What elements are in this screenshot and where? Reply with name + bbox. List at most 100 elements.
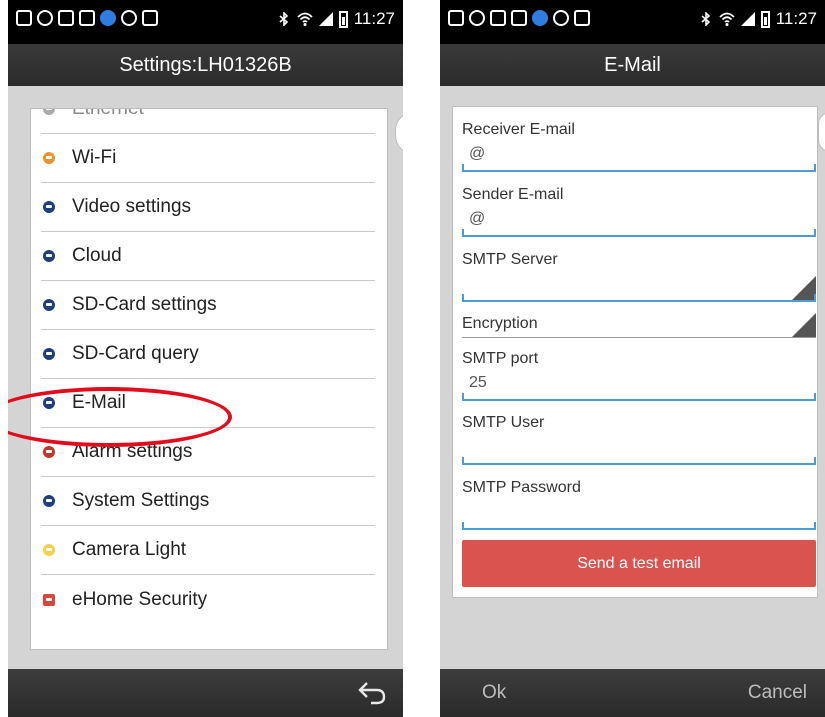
list-item-label: E-Mail bbox=[72, 392, 126, 413]
bottom-bar: Ok Cancel bbox=[440, 669, 825, 717]
receiver-email-input[interactable]: @ bbox=[469, 145, 816, 163]
email-screen: 11:27 E-Mail Receiver E-mail @ Sender E-… bbox=[440, 0, 825, 717]
side-panel-tab[interactable]: ‹ bbox=[395, 112, 403, 154]
email-form: Receiver E-mail @ Sender E-mail @ SMTP S… bbox=[452, 106, 818, 598]
bluetooth-icon bbox=[701, 12, 710, 26]
battery-icon bbox=[338, 10, 348, 28]
info-icon bbox=[43, 495, 55, 507]
smtp-password-field[interactable]: SMTP Password bbox=[462, 479, 816, 530]
cancel-button[interactable]: Cancel bbox=[748, 669, 807, 717]
input-underline bbox=[462, 457, 816, 465]
list-item-email[interactable]: E-Mail bbox=[41, 379, 375, 428]
notification-icon bbox=[121, 10, 137, 26]
dropdown-triangle-icon[interactable] bbox=[792, 276, 816, 300]
status-bar: 11:27 bbox=[8, 0, 403, 44]
notification-icon bbox=[448, 10, 464, 26]
notification-icon bbox=[553, 10, 569, 26]
list-item-label: SD-Card settings bbox=[72, 294, 217, 315]
settings-screen: 11:27 Settings:LH01326B Ethernet Wi-Fi V… bbox=[8, 0, 403, 717]
smtp-user-input[interactable] bbox=[469, 438, 816, 456]
list-item-video-settings[interactable]: Video settings bbox=[41, 183, 375, 232]
notification-icon bbox=[37, 10, 53, 26]
page-title: Settings:LH01326B bbox=[8, 44, 403, 86]
list-item-label: Ethernet bbox=[72, 108, 144, 119]
list-item-label: SD-Card query bbox=[72, 343, 199, 364]
list-item-ethernet[interactable]: Ethernet bbox=[41, 108, 375, 134]
notification-icon bbox=[100, 10, 116, 26]
field-label: SMTP User bbox=[462, 414, 545, 431]
input-underline bbox=[462, 229, 816, 237]
list-item-camera-light[interactable]: Camera Light bbox=[41, 526, 375, 575]
input-underline bbox=[462, 164, 816, 172]
send-test-email-button[interactable]: Send a test email bbox=[462, 540, 816, 587]
signal-icon bbox=[740, 12, 755, 26]
chevron-left-icon: ‹ bbox=[403, 123, 404, 143]
list-item-alarm-settings[interactable]: Alarm settings bbox=[41, 428, 375, 477]
ethernet-icon bbox=[43, 109, 55, 115]
status-clock: 11:27 bbox=[775, 9, 817, 28]
list-item-sd-card-query[interactable]: SD-Card query bbox=[41, 330, 375, 379]
ok-button[interactable]: Ok bbox=[482, 669, 506, 717]
list-item-system-settings[interactable]: System Settings bbox=[41, 477, 375, 526]
system-icons: 11:27 bbox=[277, 9, 395, 29]
system-icons: 11:27 bbox=[699, 9, 817, 29]
notification-icon bbox=[142, 10, 158, 26]
battery-icon bbox=[760, 10, 770, 28]
notification-icon bbox=[574, 10, 590, 26]
notification-icon bbox=[532, 10, 548, 26]
list-item-label: Camera Light bbox=[72, 539, 187, 560]
field-label: Sender E-mail bbox=[462, 186, 564, 203]
video-icon bbox=[43, 201, 55, 213]
field-label: Encryption bbox=[462, 315, 538, 332]
side-panel-tab[interactable] bbox=[818, 112, 825, 152]
smtp-port-field[interactable]: SMTP port 25 bbox=[462, 350, 816, 401]
bluetooth-icon bbox=[279, 12, 288, 26]
list-item-cloud[interactable]: Cloud bbox=[41, 232, 375, 281]
field-label: Receiver E-mail bbox=[462, 121, 575, 138]
shield-icon bbox=[43, 593, 55, 606]
page-title: E-Mail bbox=[440, 44, 825, 86]
status-clock: 11:27 bbox=[353, 9, 395, 28]
list-item-sd-card-settings[interactable]: SD-Card settings bbox=[41, 281, 375, 330]
notification-icon bbox=[469, 10, 485, 26]
sd-card-icon bbox=[43, 299, 55, 311]
notification-icon bbox=[490, 10, 506, 26]
list-item-label: Video settings bbox=[72, 196, 192, 217]
notification-icons bbox=[16, 10, 158, 26]
back-arrow-icon[interactable] bbox=[357, 679, 389, 707]
settings-list: Ethernet Wi-Fi Video settings Cloud SD-C… bbox=[30, 108, 388, 650]
bottom-bar bbox=[8, 669, 403, 717]
email-icon bbox=[43, 397, 55, 409]
wifi-icon bbox=[719, 12, 735, 26]
status-bar: 11:27 bbox=[440, 0, 825, 44]
smtp-server-field[interactable]: SMTP Server bbox=[462, 251, 816, 302]
sender-email-input[interactable]: @ bbox=[469, 210, 816, 228]
smtp-user-field[interactable]: SMTP User bbox=[462, 414, 816, 465]
input-underline bbox=[462, 294, 816, 302]
field-label: SMTP Server bbox=[462, 251, 558, 268]
list-item-wifi[interactable]: Wi-Fi bbox=[41, 134, 375, 183]
select-underline bbox=[462, 337, 816, 338]
input-underline bbox=[462, 393, 816, 401]
smtp-port-input[interactable]: 25 bbox=[469, 374, 816, 392]
wifi-icon bbox=[43, 152, 55, 164]
dropdown-triangle-icon[interactable] bbox=[792, 313, 816, 337]
cloud-icon bbox=[43, 250, 55, 262]
list-item-ehome-security[interactable]: eHome Security bbox=[41, 575, 375, 624]
notification-icon bbox=[511, 10, 527, 26]
field-label: SMTP port bbox=[462, 350, 539, 367]
input-underline bbox=[462, 522, 816, 530]
smtp-server-input[interactable] bbox=[469, 275, 816, 293]
list-item-label: Cloud bbox=[72, 245, 122, 266]
notification-icon bbox=[58, 10, 74, 26]
sender-email-field[interactable]: Sender E-mail @ bbox=[462, 186, 816, 237]
search-icon bbox=[43, 348, 55, 360]
notification-icons bbox=[448, 10, 590, 26]
encryption-select[interactable]: Encryption bbox=[462, 313, 816, 338]
alarm-icon bbox=[43, 446, 55, 458]
receiver-email-field[interactable]: Receiver E-mail @ bbox=[462, 121, 816, 172]
list-item-label: eHome Security bbox=[72, 588, 208, 610]
list-item-label: Wi-Fi bbox=[72, 147, 117, 168]
smtp-password-input[interactable] bbox=[469, 503, 816, 521]
notification-icon bbox=[79, 10, 95, 26]
